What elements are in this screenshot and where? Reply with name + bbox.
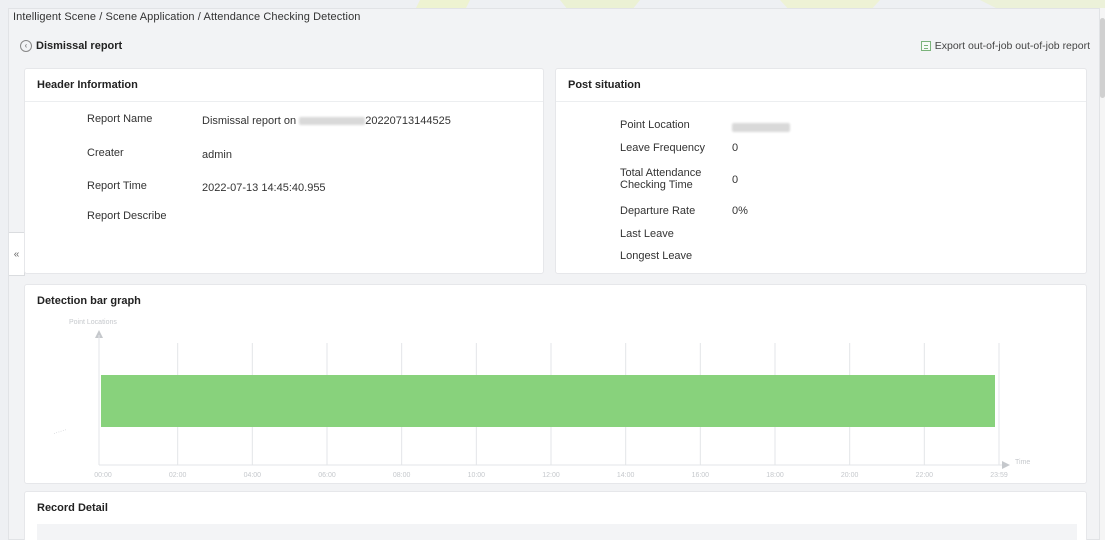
redacted-block bbox=[732, 122, 790, 132]
info-label-report-describe: Report Describe bbox=[87, 210, 167, 222]
back-link[interactable]: ‹ Dismissal report bbox=[20, 40, 122, 52]
info-value-total-attendance: 0 bbox=[732, 174, 739, 186]
x-tick-label: 16:00 bbox=[692, 472, 710, 479]
x-axis-arrow-icon bbox=[1002, 461, 1010, 469]
info-label-report-time: Report Time bbox=[87, 180, 147, 192]
info-label-total-attendance: Total Attendance Checking Time bbox=[620, 167, 702, 191]
report-name-suffix: 20220713144525 bbox=[365, 115, 451, 127]
scrollbar-thumb[interactable] bbox=[1100, 18, 1105, 98]
panel-title: Post situation bbox=[556, 69, 1086, 102]
x-tick-label: 06:00 bbox=[318, 472, 336, 479]
info-value-report-time: 2022-07-13 14:45:40.955 bbox=[202, 182, 326, 194]
page-title: Dismissal report bbox=[36, 40, 123, 52]
post-situation-panel: Post situation Point Location Leave Freq… bbox=[555, 68, 1087, 274]
x-tick-label: 00:00 bbox=[94, 472, 112, 479]
info-label-longest-leave: Longest Leave bbox=[620, 250, 693, 262]
double-chevron-left-icon: « bbox=[13, 248, 20, 260]
x-tick-label: 20:00 bbox=[841, 472, 859, 479]
record-table-header bbox=[37, 524, 1077, 540]
header-information-panel: Header Information Report Name Dismissal… bbox=[24, 68, 544, 274]
info-value-departure-rate: 0% bbox=[732, 205, 748, 217]
detection-bar[interactable] bbox=[101, 375, 995, 427]
x-tick-label: 18:00 bbox=[766, 472, 784, 479]
x-tick-labels: 00:00 02:00 04:00 06:00 08:00 10:00 12:00 14:00… bbox=[94, 472, 1008, 479]
info-label-departure-rate: Departure Rate bbox=[620, 205, 696, 217]
info-value-report-name: Dismissal report on 20220713144525 bbox=[202, 115, 451, 127]
x-tick-label: 08:00 bbox=[393, 472, 411, 479]
x-tick-label: 02:00 bbox=[169, 472, 187, 479]
info-label-leave-frequency: Leave Frequency bbox=[620, 142, 705, 154]
info-label-point-location: Point Location bbox=[620, 119, 690, 131]
info-value-creater: admin bbox=[202, 149, 232, 161]
chevron-left-icon[interactable]: ‹ bbox=[20, 40, 32, 52]
detection-chart: Point Locations ······ Time 00:00 02:00 04… bbox=[52, 319, 1030, 479]
y-axis-label: Point Locations bbox=[69, 319, 117, 326]
panel-title: Header Information bbox=[25, 69, 543, 102]
info-label-last-leave: Last Leave bbox=[620, 228, 674, 240]
info-label: Report Name bbox=[87, 113, 153, 125]
x-tick-label: 23:59 bbox=[990, 472, 1008, 479]
vertical-scrollbar[interactable] bbox=[1100, 8, 1105, 540]
x-tick-label: 14:00 bbox=[617, 472, 635, 479]
export-report-button[interactable]: Export out-of-job out-of-job report bbox=[920, 40, 1090, 52]
redacted-block bbox=[299, 117, 366, 126]
record-detail-panel: Record Detail bbox=[24, 491, 1087, 540]
x-tick-label: 10:00 bbox=[468, 472, 486, 479]
panel-title: Record Detail bbox=[37, 502, 108, 514]
breadcrumb: Intelligent Scene / Scene Application / … bbox=[13, 11, 361, 23]
info-label-creater: Creater bbox=[87, 147, 124, 159]
x-tick-label: 22:00 bbox=[916, 472, 934, 479]
x-axis-label: Time bbox=[1015, 459, 1030, 466]
detection-bar-graph-panel: Detection bar graph Point Locations ····… bbox=[24, 284, 1087, 484]
bar-series bbox=[101, 375, 995, 427]
report-name-value: Dismissal report on bbox=[202, 115, 300, 127]
sidebar-collapse-toggle[interactable]: « bbox=[9, 232, 25, 276]
export-label: Export out-of-job out-of-job report bbox=[934, 40, 1090, 52]
info-value-leave-frequency: 0 bbox=[732, 142, 739, 154]
x-tick-label: 04:00 bbox=[244, 472, 262, 479]
y-category-label: ······ bbox=[52, 426, 67, 437]
info-value-point-location bbox=[732, 121, 790, 133]
x-tick-label: 12:00 bbox=[542, 472, 560, 479]
export-icon bbox=[920, 41, 931, 51]
